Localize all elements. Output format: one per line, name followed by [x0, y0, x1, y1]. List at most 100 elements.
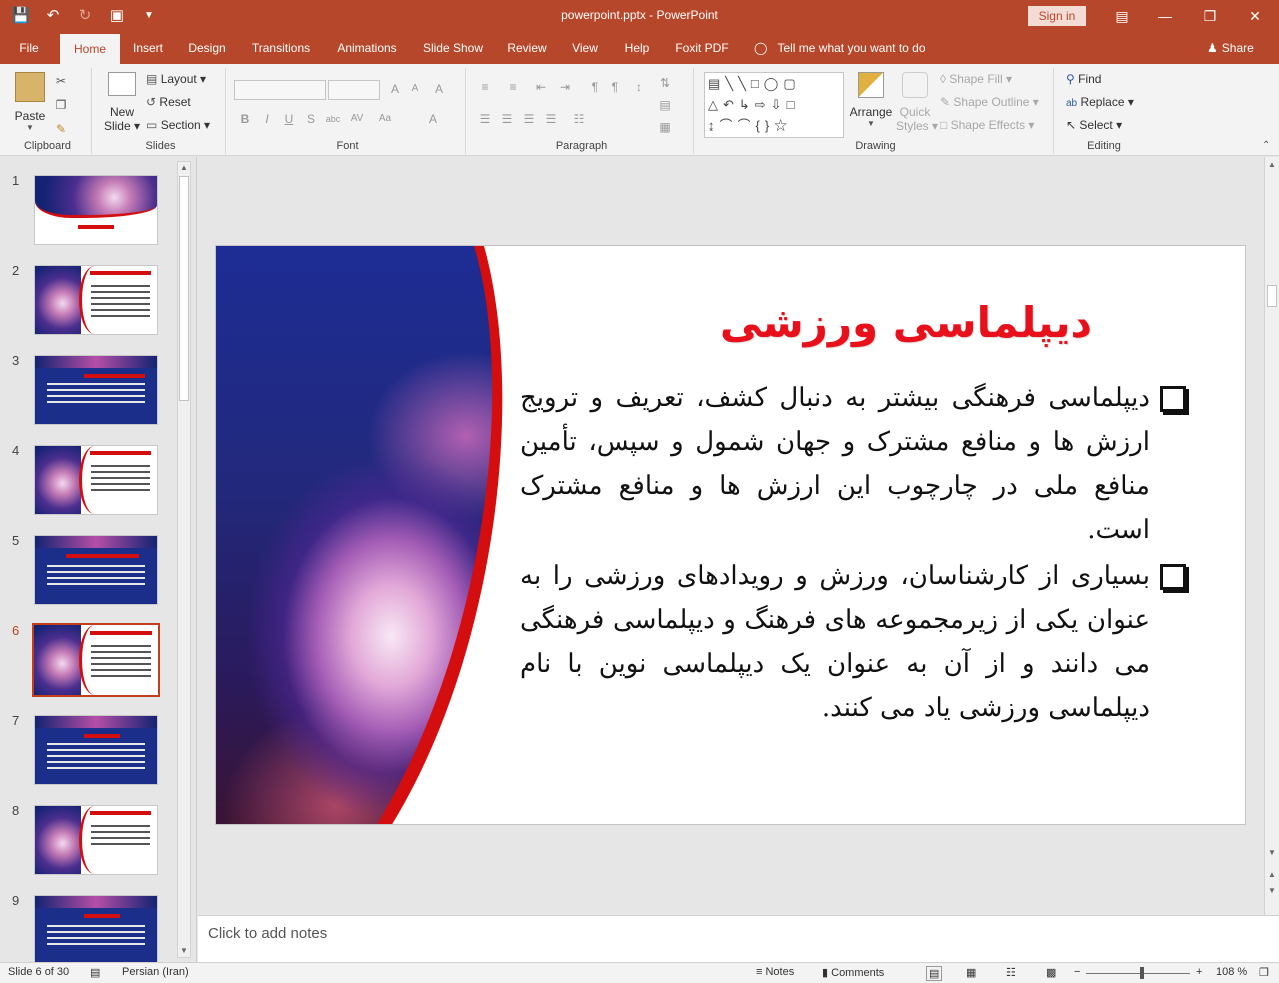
- customize-qat-icon[interactable]: ▼: [138, 6, 160, 26]
- zoom-in-icon[interactable]: +: [1196, 966, 1202, 978]
- slideshow-icon[interactable]: ▩: [1046, 966, 1056, 979]
- scroll-up-icon[interactable]: ▲: [178, 162, 190, 174]
- strikethrough-icon[interactable]: abc: [324, 110, 342, 128]
- text-direction-icon[interactable]: ⇅: [656, 74, 674, 92]
- scroll-down-icon[interactable]: ▼: [178, 945, 190, 957]
- tab-transitions[interactable]: Transitions: [242, 32, 320, 64]
- collapse-ribbon-icon[interactable]: ⌃: [1262, 140, 1270, 151]
- shape-fill-button[interactable]: ◊ Shape Fill ▾: [940, 72, 1012, 86]
- slide-thumbnail[interactable]: [34, 175, 158, 245]
- clear-format-icon[interactable]: A: [430, 80, 448, 98]
- change-case-icon[interactable]: Aa: [376, 110, 394, 128]
- arrange-button[interactable]: Arrange ▼: [848, 72, 894, 128]
- tab-home[interactable]: Home: [60, 34, 120, 64]
- bold-icon[interactable]: B: [236, 110, 254, 128]
- copy-icon[interactable]: ❐: [52, 96, 70, 114]
- tab-slide-show[interactable]: Slide Show: [416, 32, 490, 64]
- tab-review[interactable]: Review: [500, 32, 554, 64]
- scroll-up-icon[interactable]: ▲: [1266, 159, 1278, 171]
- close-icon[interactable]: ✕: [1238, 4, 1272, 28]
- columns-icon[interactable]: ☷: [570, 110, 588, 128]
- cut-icon[interactable]: ✂: [52, 72, 70, 90]
- slide-body-text[interactable]: دیپلماسی فرهنگی بیشتر به دنبال کشف، تعری…: [520, 376, 1186, 732]
- tab-foxit-pdf[interactable]: Foxit PDF: [668, 32, 736, 64]
- rtl-icon[interactable]: ¶: [586, 78, 604, 96]
- save-icon[interactable]: 💾: [10, 6, 32, 26]
- slide-thumbnail[interactable]: [34, 265, 158, 335]
- current-slide[interactable]: دیپلماسی ورزشی دیپلماسی فرهنگی بیشتر به …: [215, 245, 1246, 825]
- section-button[interactable]: ▭ Section ▾: [146, 118, 210, 132]
- zoom-out-icon[interactable]: −: [1074, 966, 1080, 978]
- align-left-icon[interactable]: ☰: [476, 110, 494, 128]
- notes-placeholder[interactable]: Click to add notes: [208, 925, 327, 942]
- spelling-icon[interactable]: ▤: [90, 966, 100, 979]
- sign-in-button[interactable]: Sign in: [1028, 6, 1086, 26]
- underline-icon[interactable]: U: [280, 110, 298, 128]
- reset-button[interactable]: ↺ Reset: [146, 95, 191, 109]
- slide-title[interactable]: دیپلماسی ورزشی: [656, 298, 1156, 347]
- undo-icon[interactable]: ↶: [42, 6, 64, 26]
- redo-icon[interactable]: ↻: [74, 6, 96, 26]
- font-size-combo[interactable]: [328, 80, 380, 100]
- slide-scrollbar[interactable]: ▲ ▼ ▲ ▼: [1264, 157, 1279, 915]
- slide-thumbnail[interactable]: [34, 715, 158, 785]
- next-slide-icon[interactable]: ▼: [1266, 885, 1278, 897]
- slide-thumbnail[interactable]: [34, 895, 158, 965]
- shape-outline-button[interactable]: ✎ Shape Outline ▾: [940, 95, 1039, 109]
- slide-sorter-icon[interactable]: ▦: [966, 966, 976, 979]
- increase-font-icon[interactable]: A: [386, 80, 404, 98]
- ltr-icon[interactable]: ¶: [606, 78, 624, 96]
- replace-button[interactable]: ab Replace ▾: [1066, 95, 1134, 109]
- scrollbar-thumb[interactable]: [1267, 285, 1277, 307]
- zoom-level[interactable]: 108 %: [1216, 966, 1247, 978]
- find-button[interactable]: ⚲ Find: [1066, 72, 1101, 86]
- zoom-slider-knob[interactable]: [1140, 967, 1144, 979]
- tab-help[interactable]: Help: [616, 32, 658, 64]
- italic-icon[interactable]: I: [258, 110, 276, 128]
- notes-button[interactable]: ≡ Notes: [756, 966, 794, 978]
- slide-thumbnail[interactable]: [34, 355, 158, 425]
- tab-animations[interactable]: Animations: [328, 32, 406, 64]
- font-name-combo[interactable]: [234, 80, 326, 100]
- paste-button[interactable]: Paste ▼: [12, 72, 48, 132]
- slide-thumbnail-selected[interactable]: [32, 623, 160, 697]
- smartart-icon[interactable]: ▦: [656, 118, 674, 136]
- slide-thumbnail[interactable]: [34, 535, 158, 605]
- share-button[interactable]: ♟ Share: [1207, 32, 1254, 64]
- layout-button[interactable]: ▤ Layout ▾: [146, 72, 206, 86]
- tab-view[interactable]: View: [564, 32, 606, 64]
- previous-slide-icon[interactable]: ▲: [1266, 869, 1278, 881]
- comments-button[interactable]: ▮ Comments: [822, 966, 884, 979]
- normal-view-icon[interactable]: ▤: [926, 966, 943, 981]
- presenter-icon[interactable]: ▣: [106, 6, 128, 26]
- fit-to-window-icon[interactable]: ❐: [1259, 966, 1269, 979]
- language-indicator[interactable]: Persian (Iran): [122, 966, 189, 978]
- shapes-gallery[interactable]: ▤╲╲□◯▢ △↶↳⇨⇩□ ↨⌒⌒{}☆: [704, 72, 844, 138]
- notes-pane[interactable]: Click to add notes: [198, 915, 1279, 962]
- tab-file[interactable]: File: [8, 32, 50, 64]
- slide-thumbnail[interactable]: [34, 445, 158, 515]
- format-painter-icon[interactable]: ✎: [52, 120, 70, 138]
- scrollbar-thumb[interactable]: [179, 176, 189, 401]
- bullets-icon[interactable]: ≡: [476, 78, 494, 96]
- shape-effects-button[interactable]: □ Shape Effects ▾: [940, 118, 1034, 132]
- reading-view-icon[interactable]: ☷: [1006, 966, 1016, 979]
- shadow-icon[interactable]: S: [302, 110, 320, 128]
- select-button[interactable]: ↖ Select ▾: [1066, 118, 1122, 132]
- justify-icon[interactable]: ☰: [542, 110, 560, 128]
- increase-indent-icon[interactable]: ⇥: [556, 78, 574, 96]
- align-center-icon[interactable]: ☰: [498, 110, 516, 128]
- minimize-icon[interactable]: —: [1148, 4, 1182, 28]
- align-text-icon[interactable]: ▤: [656, 96, 674, 114]
- align-right-icon[interactable]: ☰: [520, 110, 538, 128]
- zoom-slider[interactable]: [1086, 973, 1190, 974]
- font-color-icon[interactable]: A: [424, 110, 442, 128]
- tab-insert[interactable]: Insert: [124, 32, 172, 64]
- new-slide-button[interactable]: New Slide ▾: [102, 72, 142, 133]
- line-spacing-icon[interactable]: ↕: [630, 78, 648, 96]
- decrease-font-icon[interactable]: A: [406, 80, 424, 98]
- tell-me-box[interactable]: ◯ Tell me what you want to do: [754, 32, 926, 64]
- slide-thumbnail[interactable]: [34, 805, 158, 875]
- numbering-icon[interactable]: ≡: [504, 78, 522, 96]
- thumbnail-scrollbar[interactable]: ▲ ▼: [177, 161, 191, 958]
